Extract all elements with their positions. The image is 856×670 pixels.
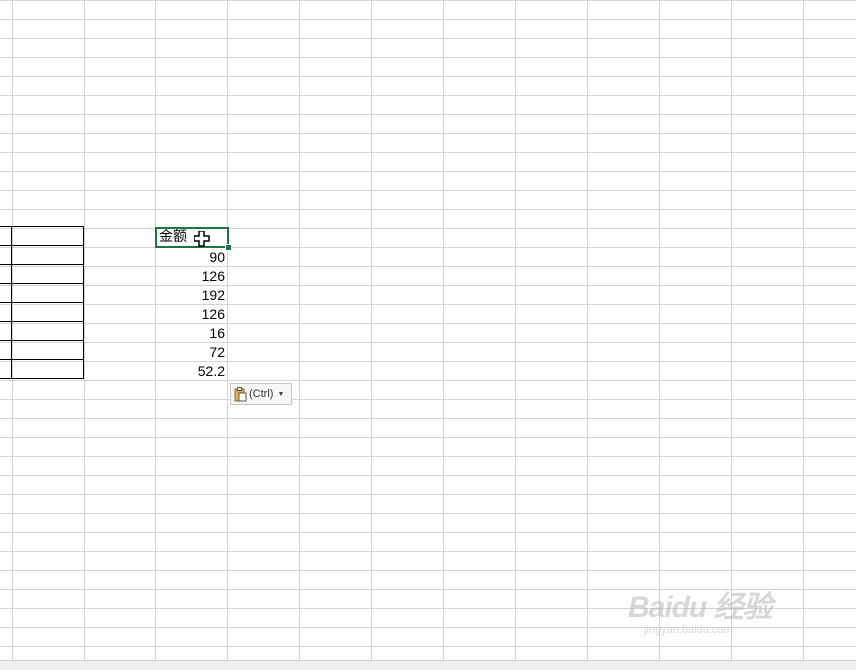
row-gridline — [0, 361, 856, 362]
row-gridline — [0, 114, 856, 115]
bordered-cell[interactable] — [11, 340, 84, 360]
bordered-cell[interactable] — [11, 359, 84, 379]
row-gridline — [0, 95, 856, 96]
column-gridline — [371, 0, 372, 669]
row-gridline — [0, 380, 856, 381]
row-gridline — [0, 38, 856, 39]
paste-options-label: (Ctrl) — [249, 388, 274, 400]
value-cell[interactable]: 72 — [156, 343, 228, 362]
cross-cursor-icon — [194, 231, 210, 247]
row-gridline — [0, 266, 856, 267]
clipboard-icon — [234, 386, 247, 401]
row-gridline — [0, 228, 856, 229]
value-cell[interactable]: 192 — [156, 286, 228, 305]
column-gridline — [659, 0, 660, 669]
row-gridline — [0, 190, 856, 191]
value-cell[interactable]: 52.2 — [156, 362, 228, 381]
row-gridline — [0, 418, 856, 419]
row-gridline — [0, 342, 856, 343]
row-gridline — [0, 57, 856, 58]
column-gridline — [731, 0, 732, 669]
column-gridline — [299, 0, 300, 669]
row-gridline — [0, 475, 856, 476]
bordered-cell[interactable] — [11, 226, 84, 246]
row-gridline — [0, 437, 856, 438]
row-gridline — [0, 456, 856, 457]
bordered-cell[interactable] — [11, 264, 84, 284]
column-gridline — [587, 0, 588, 669]
value-cell[interactable]: 126 — [156, 267, 228, 286]
header-cell-label: 金额 — [159, 228, 187, 244]
watermark-url: jingyan.baidu.com — [644, 624, 733, 636]
column-gridline — [84, 0, 85, 669]
value-cell[interactable]: 90 — [156, 248, 228, 267]
row-gridline — [0, 0, 856, 1]
row-gridline — [0, 513, 856, 514]
selected-cell[interactable]: 金额 — [155, 227, 229, 248]
chevron-down-icon: ▼ — [277, 390, 285, 398]
row-gridline — [0, 304, 856, 305]
row-gridline — [0, 532, 856, 533]
bordered-cell[interactable] — [11, 321, 84, 341]
row-gridline — [0, 171, 856, 172]
row-gridline — [0, 646, 856, 647]
row-gridline — [0, 152, 856, 153]
bordered-cell[interactable] — [11, 283, 84, 303]
paste-options-button[interactable]: (Ctrl) ▼ — [230, 383, 292, 405]
bordered-cell[interactable] — [11, 245, 84, 265]
row-gridline — [0, 399, 856, 400]
row-gridline — [0, 247, 856, 248]
row-gridline — [0, 570, 856, 571]
value-cell[interactable]: 16 — [156, 324, 228, 343]
row-gridline — [0, 209, 856, 210]
column-gridline — [443, 0, 444, 669]
row-gridline — [0, 133, 856, 134]
row-gridline — [0, 494, 856, 495]
column-gridline — [803, 0, 804, 669]
row-gridline — [0, 551, 856, 552]
row-gridline — [0, 285, 856, 286]
baidu-watermark: Baidu 经验 jingyan.baidu.com — [628, 574, 828, 644]
spreadsheet-grid[interactable] — [0, 0, 856, 669]
column-gridline — [515, 0, 516, 669]
row-gridline — [0, 76, 856, 77]
row-gridline — [0, 19, 856, 20]
value-cell[interactable]: 126 — [156, 305, 228, 324]
row-gridline — [0, 323, 856, 324]
bordered-cell[interactable] — [11, 302, 84, 322]
watermark-title: Baidu 经验 — [628, 591, 773, 624]
